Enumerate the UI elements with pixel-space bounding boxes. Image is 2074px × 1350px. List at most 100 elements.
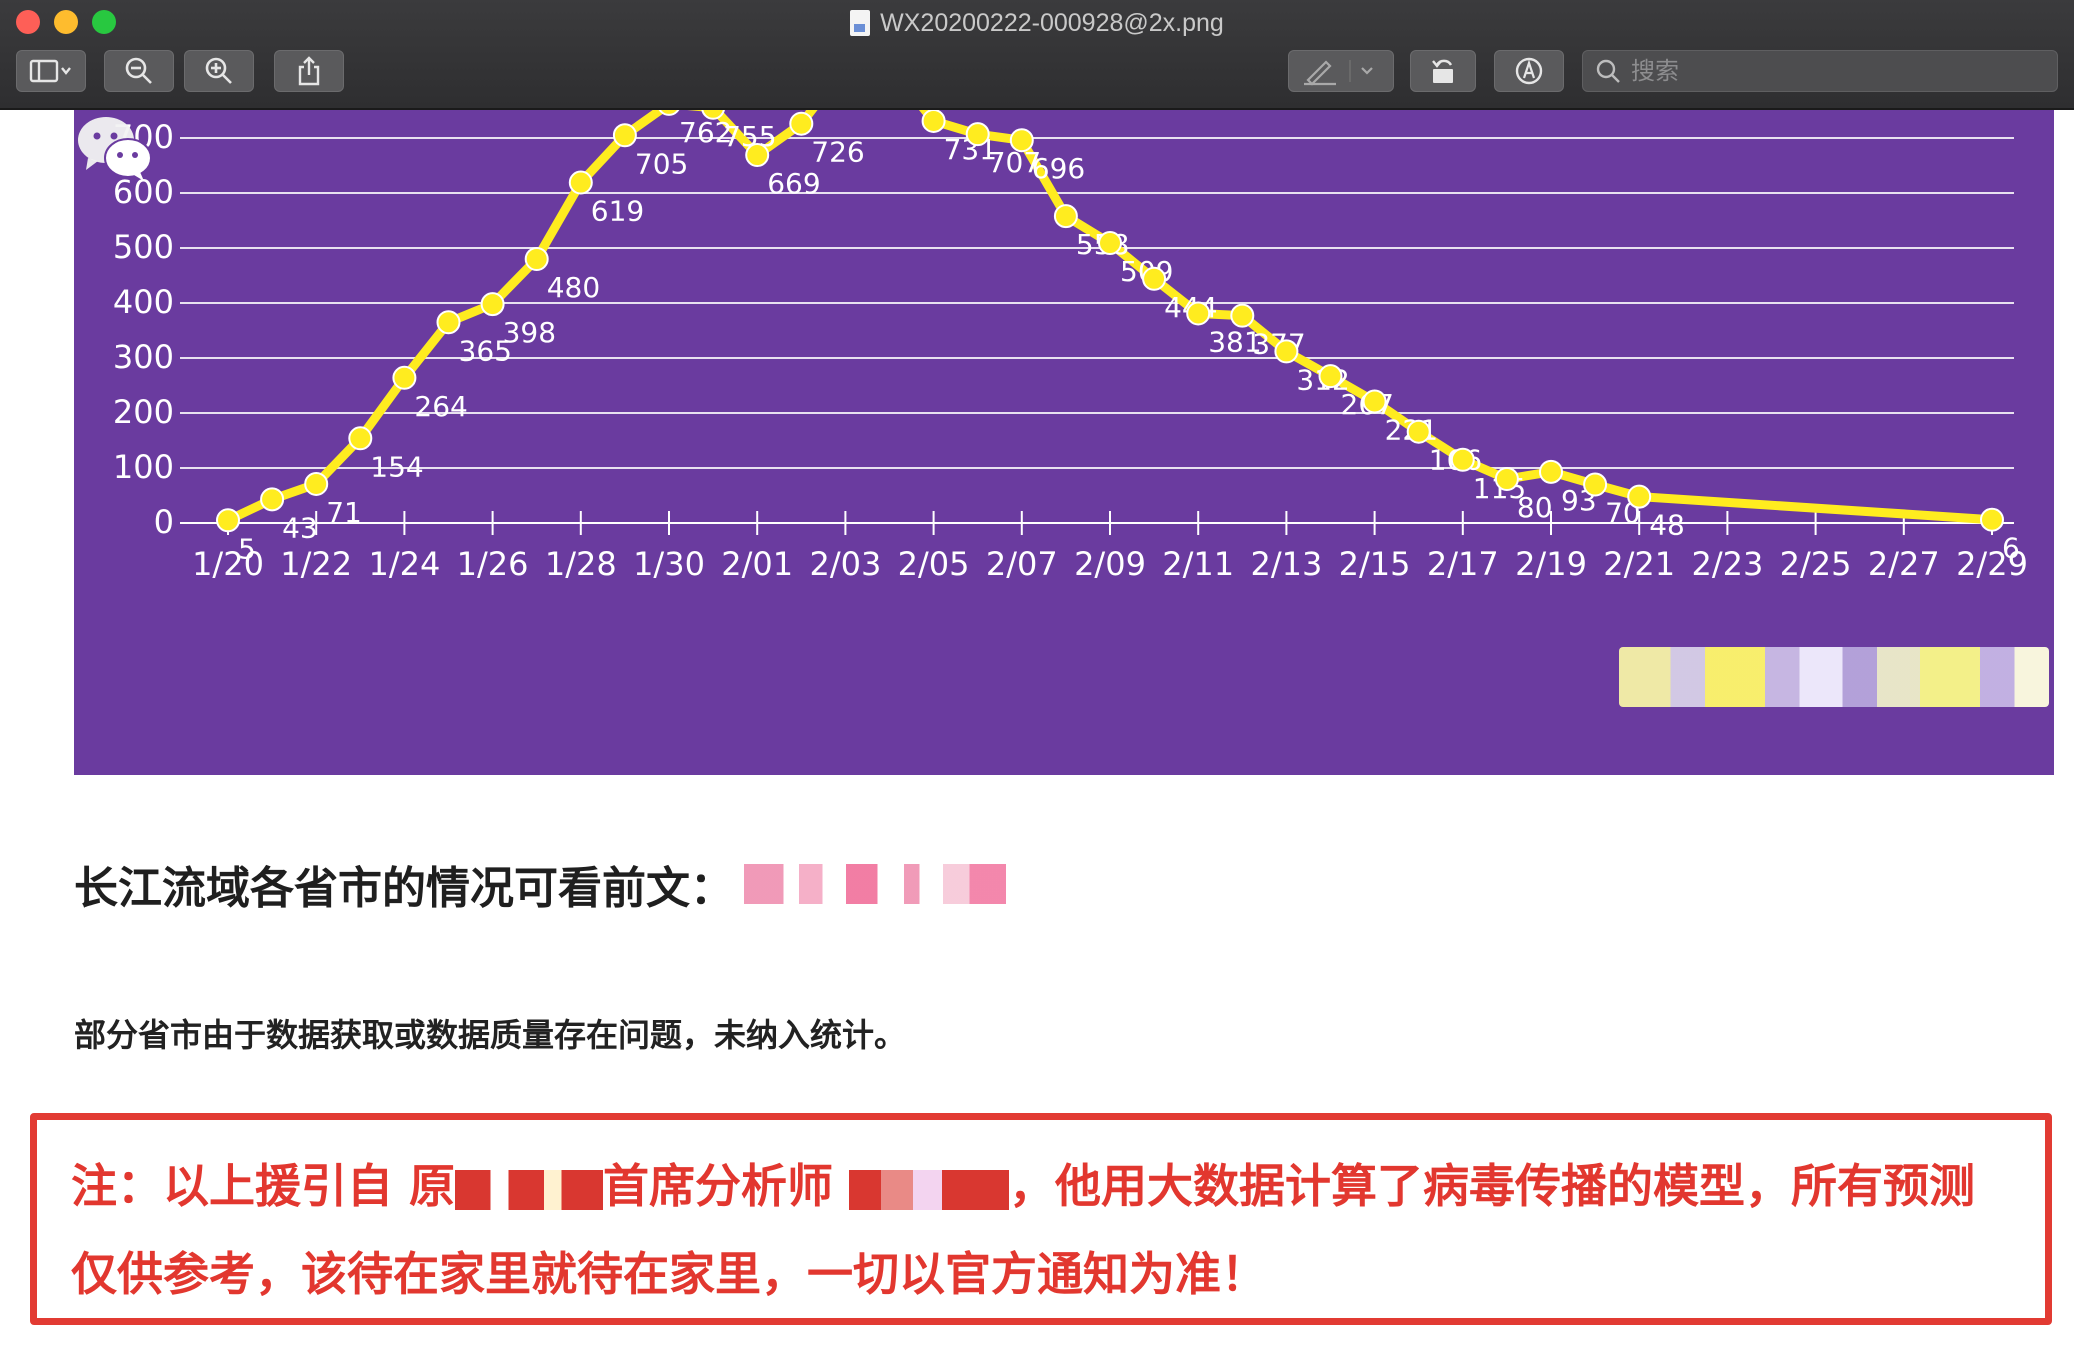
data-point xyxy=(260,487,285,512)
y-tick-label: 300 xyxy=(113,338,174,376)
data-label: 71 xyxy=(326,496,362,529)
data-point xyxy=(1980,507,2004,532)
redacted-link-mosaic xyxy=(744,864,1006,904)
data-point xyxy=(1053,204,1078,229)
data-point xyxy=(612,123,637,148)
y-tick-label: 0 xyxy=(154,503,174,541)
data-label: 726 xyxy=(811,136,864,169)
data-label: 5 xyxy=(238,532,256,565)
x-tick-label: 2/27 xyxy=(1868,545,1940,583)
rotate-button[interactable] xyxy=(1410,50,1476,92)
x-tick-label: 1/30 xyxy=(633,545,705,583)
pen-icon xyxy=(1304,60,1373,86)
data-label: 48 xyxy=(1649,509,1685,542)
statistics-note: 部分省市由于数据获取或数据质量存在问题，未纳入统计。 xyxy=(74,1016,907,1054)
data-point xyxy=(1406,419,1431,444)
data-point xyxy=(216,508,240,533)
x-tick-label: 2/05 xyxy=(898,545,970,583)
disclaimer-box: 注：以上援引自 原首席分析师 ，他用大数据计算了病毒传播的模型，所有预测 仅供参… xyxy=(30,1113,2052,1325)
data-point xyxy=(436,310,461,335)
markup-toolbar-button[interactable] xyxy=(1494,50,1564,92)
data-point xyxy=(1362,389,1387,414)
search-input[interactable] xyxy=(1631,57,2031,85)
y-tick-label: 100 xyxy=(113,448,174,486)
x-tick-label: 2/21 xyxy=(1603,545,1675,583)
data-label: 43 xyxy=(282,511,318,544)
redacted-name-mosaic xyxy=(849,1169,1010,1210)
disclaimer-line-1: 注：以上援引自 原首席分析师 ，他用大数据计算了病毒传播的模型，所有预测 xyxy=(71,1159,1976,1213)
data-label: 80 xyxy=(1517,491,1553,524)
data-label: 398 xyxy=(503,316,556,349)
share-icon xyxy=(298,56,320,86)
x-tick-label: 1/22 xyxy=(280,545,352,583)
sidebar-toggle-button[interactable] xyxy=(16,50,86,92)
x-tick-label: 2/07 xyxy=(986,545,1058,583)
data-label: 6 xyxy=(2002,532,2020,565)
data-point xyxy=(1142,266,1167,291)
data-point xyxy=(1494,467,1519,491)
rotate-icon xyxy=(1432,59,1453,83)
x-tick-label: 2/19 xyxy=(1515,545,1587,583)
data-label: 705 xyxy=(635,147,688,180)
data-point xyxy=(1009,128,1034,153)
x-tick-label: 2/17 xyxy=(1427,545,1499,583)
data-point xyxy=(524,247,549,271)
data-point xyxy=(1274,339,1299,364)
zoom-out-button[interactable] xyxy=(104,50,174,92)
line-chart: 01002003004005006007008001/201/221/241/2… xyxy=(74,110,2054,775)
data-point xyxy=(1539,459,1563,484)
watermark-mosaic xyxy=(1619,647,2049,707)
y-tick-label: 400 xyxy=(113,283,174,321)
image-file-icon xyxy=(850,10,871,36)
y-tick-label: 200 xyxy=(113,393,174,431)
data-point xyxy=(1186,301,1211,326)
data-label: 669 xyxy=(767,167,820,200)
data-label: 154 xyxy=(370,450,423,483)
share-button[interactable] xyxy=(274,50,344,92)
x-tick-label: 1/28 xyxy=(545,545,617,583)
data-point xyxy=(745,143,770,168)
x-tick-label: 1/24 xyxy=(368,545,440,583)
data-point xyxy=(304,471,329,496)
data-label: 480 xyxy=(547,271,600,304)
data-label: 696 xyxy=(1032,152,1085,185)
x-tick-label: 2/09 xyxy=(1074,545,1146,583)
window-title: WX20200222-000928@2x.png xyxy=(0,6,2074,40)
data-label: 619 xyxy=(591,195,644,228)
x-tick-label: 2/13 xyxy=(1250,545,1322,583)
x-tick-label: 2/03 xyxy=(809,545,881,583)
title-bar: WX20200222-000928@2x.png xyxy=(0,0,2074,110)
x-tick-label: 1/26 xyxy=(457,545,529,583)
data-label: 264 xyxy=(414,390,467,423)
data-point xyxy=(480,292,505,317)
disclaimer-line-2: 仅供参考，该待在家里就待在家里，一切以官方通知为准！ xyxy=(71,1247,1267,1301)
data-point xyxy=(1627,484,1652,509)
y-tick-label: 500 xyxy=(113,228,174,266)
x-tick-label: 2/25 xyxy=(1780,545,1852,583)
data-point xyxy=(1318,364,1343,389)
article-heading: 长江流域各省市的情况可看前文： xyxy=(74,852,1006,916)
x-tick-label: 2/01 xyxy=(721,545,793,583)
markup-icon xyxy=(1515,57,1543,85)
zoom-out-icon xyxy=(125,57,152,84)
search-icon xyxy=(1596,59,1620,83)
data-point xyxy=(568,170,593,195)
zoom-in-icon xyxy=(205,57,232,84)
data-point xyxy=(789,111,814,136)
x-tick-label: 2/15 xyxy=(1339,545,1411,583)
x-tick-label: 2/23 xyxy=(1691,545,1763,583)
redacted-org-mosaic xyxy=(455,1169,604,1210)
data-point xyxy=(392,365,417,390)
wechat-logo-icon xyxy=(78,117,152,181)
sidebar-icon xyxy=(29,59,71,83)
zoom-in-button[interactable] xyxy=(184,50,254,92)
search-field[interactable] xyxy=(1582,50,2058,92)
data-point xyxy=(1450,447,1475,472)
data-point xyxy=(348,426,373,451)
data-point xyxy=(965,122,990,147)
x-tick-label: 2/11 xyxy=(1162,545,1234,583)
data-point xyxy=(1583,472,1608,497)
markup-pen-button[interactable] xyxy=(1288,50,1394,92)
data-point xyxy=(1098,231,1122,256)
data-point xyxy=(1230,303,1255,328)
